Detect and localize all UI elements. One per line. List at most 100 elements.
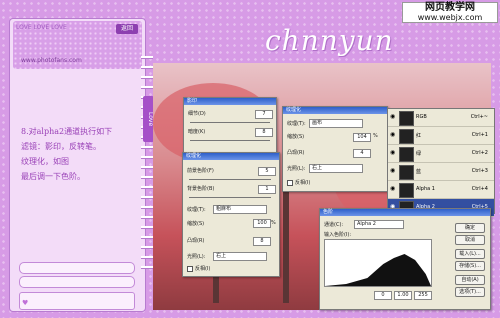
fg-level-input[interactable]: 5 [258, 167, 276, 176]
darkness-label: 暗度(K) [188, 129, 206, 135]
checkbox-icon [287, 179, 293, 186]
channel-shortcut: Ctrl+4 [471, 186, 488, 192]
light-label: 光照(L): [187, 254, 206, 260]
bg-level-input[interactable]: 1 [258, 185, 276, 194]
input-white[interactable]: 255 [414, 291, 432, 300]
notebook-header-text: LOVE LOVE LOVE [16, 24, 67, 31]
instruction-line: 最后调一下色阶。 [21, 172, 85, 181]
eye-icon[interactable]: ◉ [390, 168, 396, 174]
light-select[interactable]: 右上 [309, 164, 363, 173]
channel-name: 绿 [416, 151, 422, 157]
relief-label: 凸现(R) [287, 150, 305, 156]
auto-button[interactable]: 自动(A) [455, 275, 485, 285]
load-button[interactable]: 载入(L)... [455, 249, 485, 259]
fg-level-slider[interactable] [189, 179, 271, 180]
channel-thumbnail [399, 165, 414, 180]
heart-icon: ♥ [22, 299, 29, 307]
notebook-panel: LOVE LOVE LOVE www.photofans.com 返回 8.对a… [9, 18, 146, 312]
channel-row[interactable]: ◉ 红 Ctrl+1 [388, 127, 494, 145]
invert-checkbox[interactable]: 反相(I) [287, 179, 310, 186]
texture-select[interactable]: 画布 [309, 119, 363, 128]
channel-thumbnail [399, 147, 414, 162]
input-gamma[interactable]: 1.00 [394, 291, 412, 300]
channel-thumbnail [399, 129, 414, 144]
channel-shortcut: Ctrl+~ [470, 114, 488, 120]
page: chnnyun 网页教学网 www.webjx.com LOVE LOVE LO… [0, 0, 500, 318]
dialog-title: 色阶 [320, 209, 490, 216]
notebook-input-1[interactable] [19, 262, 135, 274]
detail-slider[interactable] [190, 122, 270, 123]
texturizer-dialog: 纹理化 纹理(T): 画布 缩放(S) 104 % 凸现(R) 4 光照(L):… [282, 106, 388, 192]
instruction-line: 8.对alpha2通道执行如下 [21, 127, 113, 136]
channel-name: 蓝 [416, 169, 422, 175]
detail-input[interactable]: 7 [255, 110, 273, 119]
relief-input[interactable]: 8 [253, 237, 271, 246]
darkness-slider[interactable] [190, 140, 270, 141]
scale-label: 缩放(S) [187, 221, 205, 227]
levels-dialog: 色阶 通道(C): Alpha 2 输入色阶(I): 0 1.00 255 确定… [319, 208, 491, 310]
dialog-title: 影印 [184, 98, 276, 105]
watermark-site-name: 网页教学网 [425, 2, 475, 13]
invert-label: 反相(I) [195, 266, 211, 272]
scale-unit: % [271, 220, 276, 226]
channel-name: 红 [416, 133, 422, 139]
relief-input[interactable]: 4 [353, 149, 371, 158]
eye-icon[interactable]: ◉ [390, 114, 396, 120]
channel-row[interactable]: ◉ Alpha 1 Ctrl+4 [388, 181, 494, 199]
darkness-input[interactable]: 8 [255, 128, 273, 137]
channel-row[interactable]: ◉ RGB Ctrl+~ [388, 109, 494, 127]
notebook-header: LOVE LOVE LOVE www.photofans.com 返回 [13, 21, 142, 69]
scale-label: 缩放(S) [287, 134, 305, 140]
watermark-url: www.webjx.com [417, 12, 483, 22]
notebook-input-2[interactable] [19, 276, 135, 288]
texture-settings-dialog: 纹理化 前景色阶(F) 5 背景色阶(B) 1 纹理(T): 粗麻布 缩放(S)… [182, 152, 280, 277]
channels-panel: ◉ RGB Ctrl+~ ◉ 红 Ctrl+1 ◉ 绿 Ctrl+2 ◉ 蓝 Ctrl+3 ◉ A… [387, 108, 495, 217]
fg-level-label: 前景色阶(F) [187, 168, 214, 174]
scale-unit: % [373, 133, 378, 139]
histogram [324, 239, 432, 287]
bg-level-slider[interactable] [189, 197, 271, 198]
channel-shortcut: Ctrl+3 [471, 168, 488, 174]
invert-label: 反相(I) [295, 180, 311, 186]
cancel-button[interactable]: 取消 [455, 235, 485, 245]
relief-label: 凸现(R) [187, 238, 205, 244]
notebook-spiral-binding [141, 56, 153, 276]
instruction-text: 8.对alpha2通道执行如下 滤镜：影印，反转笔。 纹理化，如图 最后调一下色… [21, 124, 133, 184]
notebook-footer-box [19, 292, 135, 310]
channel-thumbnail [399, 183, 414, 198]
eye-icon[interactable]: ◉ [390, 186, 396, 192]
scale-input[interactable]: 104 [353, 133, 371, 142]
channel-row[interactable]: ◉ 绿 Ctrl+2 [388, 145, 494, 163]
save-button[interactable]: 存储(S)... [455, 261, 485, 271]
page-title: chnnyun [265, 24, 394, 57]
channel-name: RGB [416, 114, 427, 120]
detail-label: 细节(D) [188, 111, 206, 117]
light-select[interactable]: 右上 [213, 252, 267, 261]
dialog-title: 纹理化 [283, 107, 387, 114]
invert-checkbox[interactable]: 反相(I) [187, 265, 210, 272]
scale-input[interactable]: 100 [253, 219, 271, 228]
eye-icon[interactable]: ◉ [390, 150, 396, 156]
channel-select[interactable]: Alpha 2 [354, 220, 404, 229]
channel-name: Alpha 1 [416, 186, 435, 192]
back-tab-button[interactable]: 返回 [116, 24, 138, 34]
options-button[interactable]: 选项(T)... [455, 287, 485, 297]
instruction-line: 滤镜：影印，反转笔。 [21, 142, 101, 151]
notebook-site-url[interactable]: www.photofans.com [21, 57, 82, 64]
ok-button[interactable]: 确定 [455, 223, 485, 233]
histogram-fill [325, 254, 431, 286]
channel-shortcut: Ctrl+2 [471, 150, 488, 156]
input-levels-label: 输入色阶(I): [324, 232, 352, 238]
dialog-title: 纹理化 [183, 153, 279, 160]
texture-select[interactable]: 粗麻布 [213, 205, 267, 214]
channel-row[interactable]: ◉ 蓝 Ctrl+3 [388, 163, 494, 181]
checkbox-icon [187, 265, 193, 272]
input-black[interactable]: 0 [374, 291, 392, 300]
instruction-line: 纹理化，如图 [21, 157, 69, 166]
channel-thumbnail [399, 111, 414, 126]
light-label: 光照(L): [287, 166, 306, 172]
eye-icon[interactable]: ◉ [390, 132, 396, 138]
texture-label: 纹理(T): [187, 207, 206, 213]
bg-level-label: 背景色阶(B) [187, 186, 215, 192]
channel-label: 通道(C): [324, 222, 344, 228]
